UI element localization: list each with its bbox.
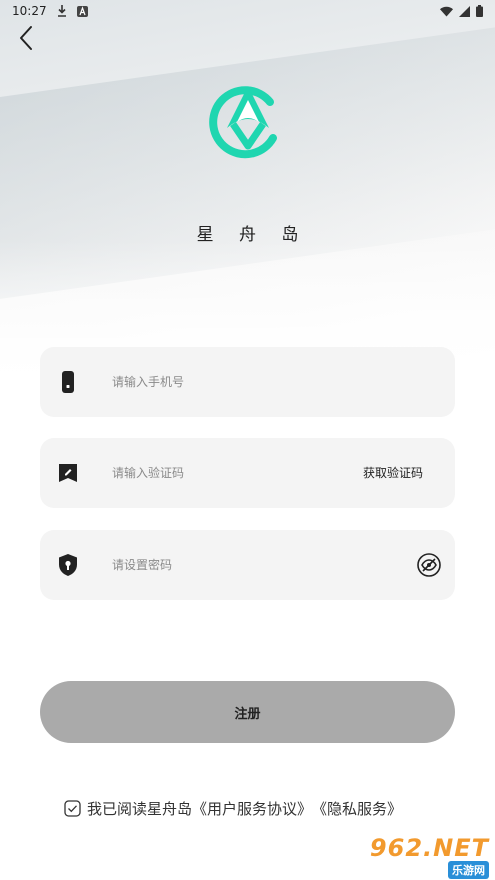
download-icon xyxy=(57,5,67,17)
chevron-left-icon xyxy=(20,26,32,50)
checkbox-icon xyxy=(64,799,81,817)
header-background xyxy=(0,0,495,380)
agreement-row: 我已阅读星舟岛 《用户服务协议》 《隐私服务》 xyxy=(64,797,402,819)
signal-icon xyxy=(459,5,470,17)
watermark-bottom: 乐游网 xyxy=(448,861,489,879)
password-field xyxy=(40,530,455,600)
agreement-prefix: 我已阅读星舟岛 xyxy=(87,799,193,818)
register-button[interactable]: 注册 xyxy=(40,681,455,743)
user-service-agreement-link[interactable]: 《用户服务协议》 xyxy=(192,798,312,819)
phone-field xyxy=(40,347,455,417)
site-watermark: 962.NET 乐游网 xyxy=(361,834,489,879)
watermark-top: 962.NET xyxy=(369,834,489,862)
password-visibility-toggle[interactable] xyxy=(417,553,441,577)
eye-off-icon xyxy=(417,553,441,577)
verify-code-icon xyxy=(59,464,77,482)
agreement-checkbox[interactable] xyxy=(64,799,81,817)
code-input[interactable] xyxy=(112,438,362,508)
status-time: 10:27 xyxy=(12,4,47,18)
battery-icon xyxy=(476,5,483,17)
code-field: 获取验证码 xyxy=(40,438,455,508)
status-bar: 10:27 xyxy=(0,0,495,22)
shield-lock-icon xyxy=(59,554,77,576)
wifi-icon xyxy=(440,6,453,17)
app-name: 星 舟 岛 xyxy=(196,225,309,245)
password-input[interactable] xyxy=(112,530,362,600)
phone-input[interactable] xyxy=(112,347,362,417)
privacy-link[interactable]: 《隐私服务》 xyxy=(312,798,402,819)
app-logo xyxy=(207,80,289,162)
a-badge-icon xyxy=(76,5,88,17)
phone-icon xyxy=(62,371,74,393)
get-code-button[interactable]: 获取验证码 xyxy=(363,438,423,508)
back-button[interactable] xyxy=(12,24,40,52)
